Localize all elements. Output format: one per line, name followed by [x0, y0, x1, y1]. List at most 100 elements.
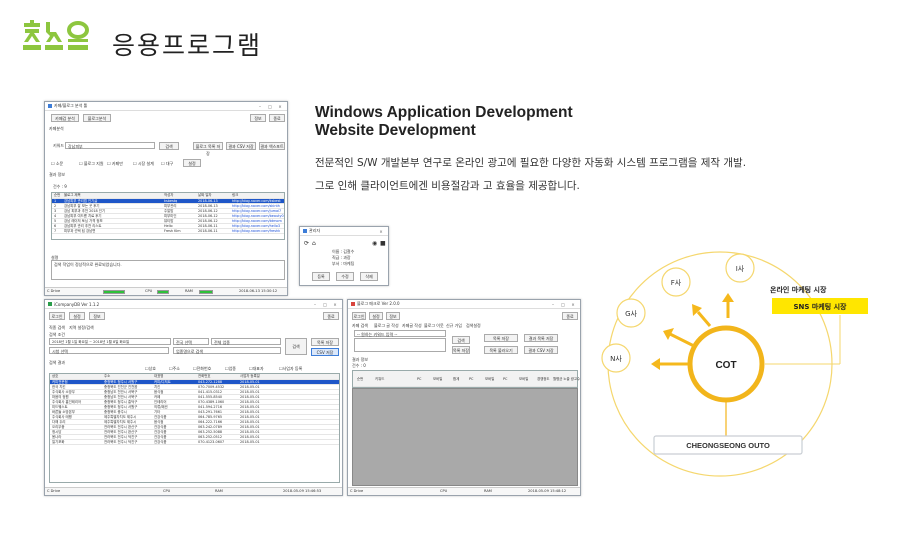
- table-cell: 7: [54, 229, 57, 233]
- export-button[interactable]: 결과 엑스포트: [259, 142, 285, 150]
- close-icon[interactable]: ×: [276, 104, 284, 109]
- keyword-input[interactable]: 강남피부: [65, 142, 155, 149]
- minimize-icon[interactable]: –: [311, 302, 319, 307]
- result-label: 결과 정보: [49, 172, 65, 177]
- tab-cafe-analysis[interactable]: 카페검 분석: [51, 114, 79, 122]
- exit-button[interactable]: 종료: [269, 114, 285, 122]
- status-bar: C Drive CPU RAM 2018-06-13 15:30:12: [45, 287, 287, 295]
- tab-login[interactable]: 로그인: [352, 312, 366, 320]
- svg-text:I사: I사: [736, 264, 745, 273]
- log-textbox[interactable]: 검색 작업이 정상적으로 완료되었습니다.: [51, 260, 285, 280]
- subtab-cafe-search[interactable]: 카페 검색: [352, 323, 368, 329]
- tab-login[interactable]: 로그인: [49, 312, 65, 320]
- save-result-csv-button[interactable]: 결과 CSV 저장: [524, 346, 558, 354]
- tab-region-search[interactable]: 지역 설정/검색: [69, 325, 94, 331]
- table-cell: 작성자: [164, 193, 174, 197]
- table-row[interactable]: 7 피부과 선택 팁 강남편 Fresh Kim 2018-06-11 http://b…: [52, 229, 284, 234]
- save-blog-list-button[interactable]: 블로그 목록 저장: [193, 142, 223, 156]
- power-icon[interactable]: ■: [380, 240, 386, 247]
- region-combo[interactable]: 전국 선택: [173, 338, 209, 345]
- filter-category[interactable]: ☐업종: [225, 366, 236, 372]
- option-market[interactable]: ☐ 시장 설계: [133, 161, 154, 167]
- table-cell: 피부과 선택 팁 강남편: [64, 229, 96, 233]
- search-button[interactable]: 검색: [285, 338, 307, 355]
- table-cell: 모바일: [519, 377, 529, 381]
- arrow-to-f: [696, 311, 712, 327]
- subtab-blog-write[interactable]: 블로그 글 작성: [374, 323, 399, 329]
- cpu-usage-bar: [157, 290, 169, 294]
- refresh-icon[interactable]: ⟳: [304, 240, 309, 247]
- table-cell: Fresh Kim: [164, 229, 181, 233]
- tab-settings[interactable]: 설정: [369, 312, 383, 320]
- filter-bizreg[interactable]: ☐사업자 등록: [279, 366, 302, 372]
- close-icon[interactable]: ×: [331, 302, 339, 307]
- tab-settings[interactable]: 설정: [69, 312, 85, 320]
- small-save-list-button[interactable]: 목록 저장: [452, 346, 470, 354]
- cpu-label: CPU: [440, 489, 448, 493]
- subtab-signup[interactable]: 신규 가입: [446, 323, 462, 329]
- search-button[interactable]: 검색: [452, 336, 470, 344]
- save-csv-button[interactable]: 결과 CSV 저장: [226, 142, 256, 150]
- exit-button[interactable]: 종료: [562, 312, 578, 320]
- minimize-icon[interactable]: –: [549, 302, 557, 307]
- disk-usage-bar: [103, 290, 125, 294]
- option-cafe[interactable]: ☐ 카페만: [107, 161, 123, 167]
- dialog-title: 관리자: [309, 228, 321, 233]
- close-icon[interactable]: ×: [377, 229, 385, 234]
- keyword-table: 순번 키워드 PC 모바일 합계 PC 모바일 PC 모바일 경쟁정도 월평균 노출 광고수: [352, 370, 580, 388]
- disk-label: C Drive: [350, 489, 364, 493]
- option-blog[interactable]: ☐ 블로그 지원: [79, 161, 104, 167]
- tab-blog-analysis[interactable]: 블로그분석: [83, 114, 111, 122]
- tab-info[interactable]: 정보: [89, 312, 105, 320]
- cafe-analysis-window: 카페/블로그 분석 툴 – □ × 카페검 분석 블로그분석 정보 종료 카페분…: [44, 101, 288, 296]
- maximize-icon[interactable]: □: [559, 302, 567, 307]
- maximize-icon[interactable]: □: [266, 104, 274, 109]
- delete-button[interactable]: 삭제: [360, 272, 378, 281]
- node-n: N사: [601, 343, 631, 373]
- app-icon: [48, 302, 52, 306]
- table-cell: PC: [417, 377, 422, 381]
- svg-text:G사: G사: [625, 309, 637, 318]
- filter-address[interactable]: ☐주소: [169, 366, 180, 372]
- filter-phone[interactable]: ☐전화번호: [193, 366, 211, 372]
- city-combo[interactable]: 시청 선택: [49, 347, 169, 354]
- save-list-button[interactable]: 목록 저장: [484, 334, 518, 342]
- ram-label: RAM: [484, 489, 492, 493]
- category-combo[interactable]: 전체 업종: [211, 338, 281, 345]
- heading-line-2: Website Development: [315, 122, 476, 139]
- date-range-input[interactable]: 2018년 1월 1일 화요일 ~ 2018년 1월 8일 화요일: [49, 338, 171, 345]
- window-title: iCompanyDB Ver 1.1.2: [54, 301, 100, 307]
- search-button[interactable]: 검색: [159, 142, 179, 150]
- option-daegu[interactable]: ☐ 대구: [161, 161, 173, 167]
- subtab-cafe-write[interactable]: 카페글 작성: [402, 323, 422, 329]
- option-sohmun[interactable]: ☐ 소문: [51, 161, 63, 167]
- edit-button[interactable]: 수정: [336, 272, 354, 281]
- save-csv-button[interactable]: CSV 저장: [311, 348, 339, 356]
- table-cell: 모바일: [485, 377, 495, 381]
- load-list-button[interactable]: 목록 불러오기: [484, 346, 518, 354]
- save-list-button[interactable]: 목록 저장: [311, 338, 339, 346]
- table-row[interactable]: 일기포화 전라북도 전주시 덕진구 건강식품 070-4123-0607 2018-05…: [50, 440, 339, 445]
- close-icon[interactable]: ×: [569, 302, 577, 307]
- cpu-label: CPU: [145, 289, 153, 293]
- tab-category-search[interactable]: 직종 검색: [49, 325, 65, 331]
- filter-ceo[interactable]: ☐대표자: [249, 366, 264, 372]
- keyword-input[interactable]: 업종명으로 검색: [173, 347, 281, 354]
- maximize-icon[interactable]: □: [321, 302, 329, 307]
- minimize-icon[interactable]: –: [256, 104, 264, 109]
- subtab-neighbor[interactable]: 블로그 이웃: [424, 323, 444, 329]
- register-button[interactable]: 등록: [312, 272, 330, 281]
- home-icon[interactable]: ⌂: [312, 240, 316, 247]
- info-button[interactable]: 정보: [250, 114, 266, 122]
- settings-icon[interactable]: ◉: [372, 240, 377, 247]
- filter-sangho[interactable]: ☐상호: [145, 366, 156, 372]
- status-time: 2018-05-09 15:46:53: [283, 489, 322, 493]
- options-set-button[interactable]: 설정: [183, 159, 201, 167]
- exit-button[interactable]: 종료: [323, 312, 339, 320]
- subtab-search-settings[interactable]: 검색설정: [466, 323, 481, 329]
- keyword-textarea[interactable]: [354, 338, 446, 352]
- keyword-combo[interactable]: -- 원하는 키워드 입력 --: [354, 330, 446, 337]
- save-result-list-button[interactable]: 결과 목록 저장: [524, 334, 558, 342]
- table-cell: 사업자 등록일: [240, 374, 260, 378]
- tab-info[interactable]: 정보: [386, 312, 400, 320]
